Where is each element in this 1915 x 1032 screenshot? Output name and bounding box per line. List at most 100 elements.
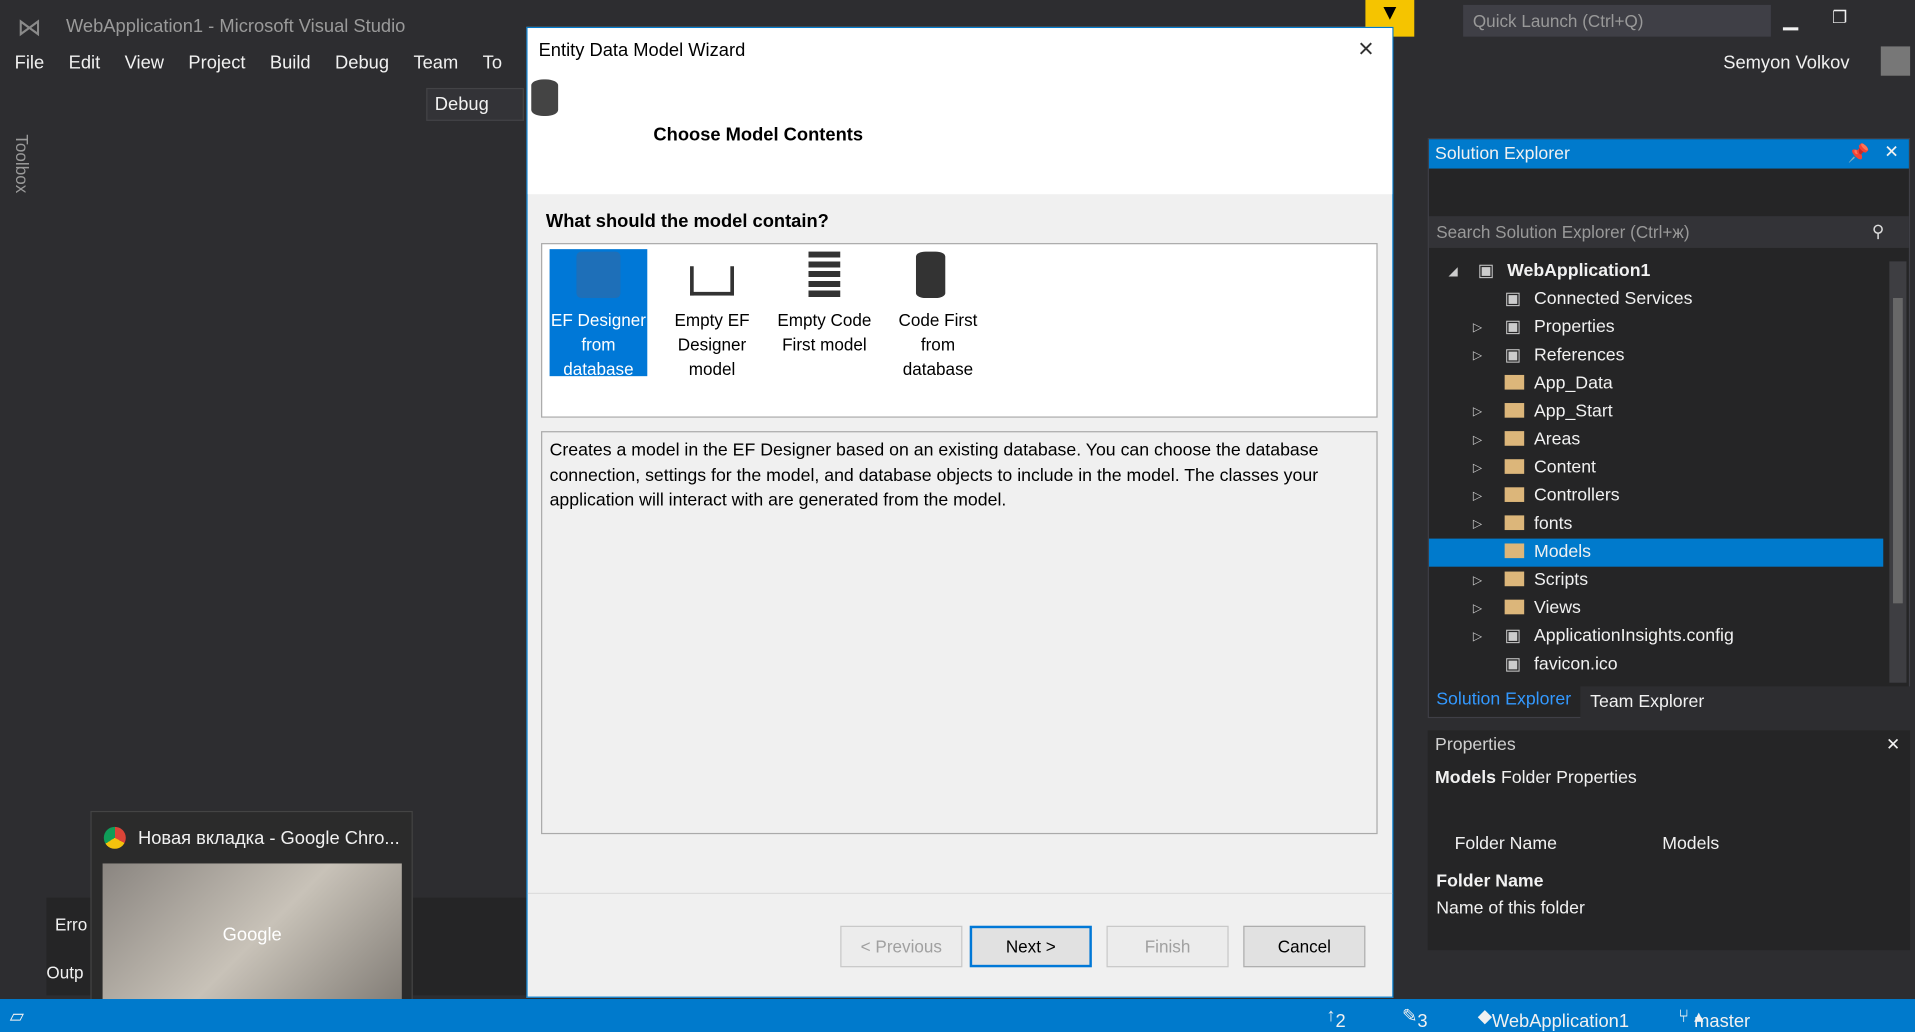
dialog-title: Entity Data Model Wizard bbox=[538, 40, 746, 62]
finish-button[interactable]: Finish bbox=[1106, 925, 1229, 968]
tree-item-label: Controllers bbox=[1533, 486, 1620, 506]
dialog-header: Entity Data Model Wizard × Choose Model … bbox=[527, 28, 1393, 195]
tree-item-label: Views bbox=[1533, 598, 1581, 618]
option-label: Code First from database bbox=[898, 310, 978, 379]
option-code-first-from-database[interactable]: Code First from database bbox=[889, 249, 987, 379]
next-button[interactable]: Next > bbox=[969, 925, 1092, 968]
branch-selector[interactable]: ⑂ master ▴ bbox=[1678, 1005, 1750, 1032]
google-logo: Google bbox=[222, 924, 282, 946]
toolbox-tab[interactable]: Toolbox bbox=[12, 134, 32, 193]
menu-file[interactable]: File bbox=[15, 53, 45, 74]
folder-icon bbox=[1504, 571, 1525, 587]
folder-icon bbox=[1504, 487, 1525, 502]
expand-icon[interactable]: ▷ bbox=[1473, 426, 1482, 454]
push-count-value: 2 bbox=[1335, 1011, 1346, 1032]
folder-icon bbox=[1504, 459, 1525, 474]
item-icon: ▣ bbox=[1477, 261, 1495, 281]
tree-item[interactable]: ▣ Connected Services bbox=[1429, 286, 1883, 314]
status-bar: ▱ ↑ 2 ✎ 3 ◆ WebApplication1 ⑂ master ▴ bbox=[0, 999, 1915, 1032]
menu-project[interactable]: Project bbox=[188, 53, 245, 74]
error-list-tab[interactable]: Erro bbox=[55, 915, 87, 935]
tree-item-label: WebApplication1 bbox=[1507, 261, 1651, 281]
tab-team-explorer[interactable]: Team Explorer bbox=[1580, 686, 1911, 719]
panel-title: Solution Explorer bbox=[1435, 144, 1570, 164]
cancel-button[interactable]: Cancel bbox=[1243, 925, 1366, 968]
tree-item[interactable]: ◢ ▣ WebApplication1 bbox=[1429, 258, 1883, 286]
tree-item[interactable]: ▷ Areas bbox=[1429, 426, 1883, 454]
option-empty-ef-designer[interactable]: Empty EF Designer model bbox=[663, 249, 761, 379]
output-tab[interactable]: Outp bbox=[46, 962, 83, 982]
close-icon[interactable]: ✕ bbox=[1886, 734, 1900, 755]
close-icon[interactable]: ✕ bbox=[1884, 143, 1899, 163]
tree-item[interactable]: ▷ Scripts bbox=[1429, 567, 1883, 595]
expand-icon[interactable]: ▷ bbox=[1473, 595, 1482, 623]
properties-panel: Properties ✕ Models Folder Properties Fo… bbox=[1427, 730, 1911, 951]
tree-scrollbar[interactable] bbox=[1889, 261, 1907, 683]
tab-solution-explorer[interactable]: Solution Explorer bbox=[1436, 690, 1571, 710]
option-ef-designer-from-database[interactable]: EF Designer from database bbox=[549, 249, 648, 379]
tree-item-label: fonts bbox=[1533, 514, 1573, 534]
expand-icon[interactable]: ▷ bbox=[1473, 511, 1482, 539]
menu-edit[interactable]: Edit bbox=[69, 53, 101, 74]
tree-item[interactable]: ▷ ▣ ApplicationInsights.config bbox=[1429, 623, 1883, 651]
menu-build[interactable]: Build bbox=[270, 53, 311, 74]
menu-team[interactable]: Team bbox=[413, 53, 458, 74]
hierarchy-icon bbox=[690, 266, 735, 296]
solution-search-input[interactable]: Search Solution Explorer (Ctrl+ж) ⚲ bbox=[1428, 216, 1909, 248]
menu-view[interactable]: View bbox=[125, 53, 164, 74]
pin-icon[interactable]: 📌 bbox=[1848, 143, 1870, 164]
tree-item[interactable]: ▷ App_Start bbox=[1429, 398, 1883, 426]
desc-text: Name of this folder bbox=[1436, 898, 1585, 919]
properties-title: Properties bbox=[1435, 735, 1516, 755]
tree-item[interactable]: ▷ Views bbox=[1429, 595, 1883, 623]
quick-launch-input[interactable]: Quick Launch (Ctrl+Q) bbox=[1463, 4, 1771, 37]
question-label: What should the model contain? bbox=[545, 211, 829, 233]
avatar[interactable] bbox=[1880, 46, 1911, 76]
edit-count-value: 3 bbox=[1417, 1011, 1428, 1032]
desc-title: Folder Name bbox=[1436, 872, 1544, 892]
tree-item-label: Scripts bbox=[1533, 570, 1589, 590]
expand-icon[interactable]: ▷ bbox=[1473, 342, 1482, 370]
option-empty-code-first[interactable]: Empty Code First model bbox=[776, 249, 874, 376]
menu-debug[interactable]: Debug bbox=[335, 53, 389, 74]
menu-bar: File Edit View Project Build Debug Team To bbox=[15, 53, 527, 74]
tree-item[interactable]: App_Data bbox=[1429, 370, 1883, 398]
tree-item-label: References bbox=[1533, 345, 1625, 366]
edit-count[interactable]: ✎ 3 bbox=[1402, 1005, 1428, 1032]
expand-icon[interactable]: ▷ bbox=[1473, 314, 1482, 342]
previous-button[interactable]: < Previous bbox=[840, 925, 963, 968]
object-name: Models bbox=[1435, 768, 1497, 788]
repo-name-value: WebApplication1 bbox=[1491, 1011, 1630, 1032]
tree-item[interactable]: ▷ Content bbox=[1429, 454, 1883, 482]
tree-item[interactable]: ▷ fonts bbox=[1429, 511, 1883, 539]
property-value[interactable]: Models bbox=[1662, 834, 1719, 854]
tree-item[interactable]: ▷ ▣ References bbox=[1429, 342, 1883, 370]
vs-logo-icon: ⋈ bbox=[17, 14, 42, 42]
restore-button[interactable]: ❐ bbox=[1832, 7, 1847, 28]
tree-item[interactable]: ▣ favicon.ico bbox=[1429, 651, 1883, 679]
expand-icon[interactable]: ▷ bbox=[1473, 482, 1482, 510]
tree-item-label: App_Data bbox=[1533, 373, 1613, 394]
expand-icon[interactable]: ▷ bbox=[1473, 567, 1482, 595]
config-dropdown[interactable]: Debug bbox=[426, 87, 524, 121]
database-connect-icon bbox=[531, 79, 559, 117]
expand-icon[interactable]: ▷ bbox=[1473, 454, 1482, 482]
repo-name[interactable]: ◆ WebApplication1 bbox=[1478, 1005, 1629, 1032]
minimize-button[interactable]: ▁ bbox=[1783, 7, 1798, 31]
tree-item[interactable]: ▷ Controllers bbox=[1429, 482, 1883, 510]
tree-item-label: favicon.ico bbox=[1533, 654, 1618, 675]
expand-icon[interactable]: ▷ bbox=[1473, 623, 1482, 651]
description-text: Creates a model in the EF Designer based… bbox=[549, 440, 1319, 511]
user-name[interactable]: Semyon Volkov bbox=[1723, 53, 1849, 74]
tree-item[interactable]: Models bbox=[1428, 538, 1884, 567]
object-type: Folder Properties bbox=[1500, 768, 1637, 788]
folder-icon bbox=[1504, 599, 1525, 615]
push-count[interactable]: ↑ 2 bbox=[1326, 1005, 1345, 1032]
menu-tools[interactable]: To bbox=[483, 53, 502, 74]
expand-icon[interactable]: ▷ bbox=[1473, 398, 1482, 426]
properties-object-selector[interactable]: Models Folder Properties bbox=[1435, 768, 1637, 788]
tree-item[interactable]: ▷ ▣ Properties bbox=[1429, 314, 1883, 342]
option-label: Empty Code First model bbox=[777, 310, 872, 355]
close-icon[interactable]: × bbox=[1358, 33, 1374, 65]
expand-icon[interactable]: ◢ bbox=[1448, 258, 1457, 286]
